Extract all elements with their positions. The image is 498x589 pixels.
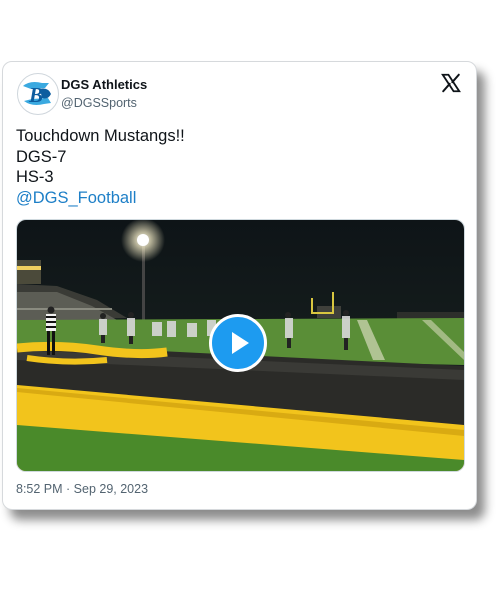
tweet-card[interactable]: B DGS Athletics @DGSSports Touchdown Mus… — [2, 61, 477, 510]
tweet-text: Touchdown Mustangs!! DGS-7 HS-3 @DGS_Foo… — [16, 126, 185, 208]
tweet-line-score-home: DGS-7 — [16, 147, 67, 166]
play-icon — [232, 332, 249, 354]
mention-link[interactable]: @DGS_Football — [16, 188, 185, 209]
x-logo-icon[interactable] — [440, 72, 462, 94]
dgs-bulldog-logo-icon: B — [19, 75, 57, 113]
author-display-name[interactable]: DGS Athletics — [61, 77, 147, 92]
author-avatar[interactable]: B — [17, 73, 59, 115]
svg-text:B: B — [28, 83, 43, 107]
play-button[interactable] — [209, 314, 267, 372]
tweet-line-headline: Touchdown Mustangs!! — [16, 127, 185, 145]
tweet-timestamp[interactable]: 8:52 PM · Sep 29, 2023 — [16, 482, 148, 496]
author-handle[interactable]: @DGSSports — [61, 96, 137, 110]
tweet-line-score-away: HS-3 — [16, 168, 54, 186]
video-thumbnail[interactable] — [16, 219, 465, 472]
